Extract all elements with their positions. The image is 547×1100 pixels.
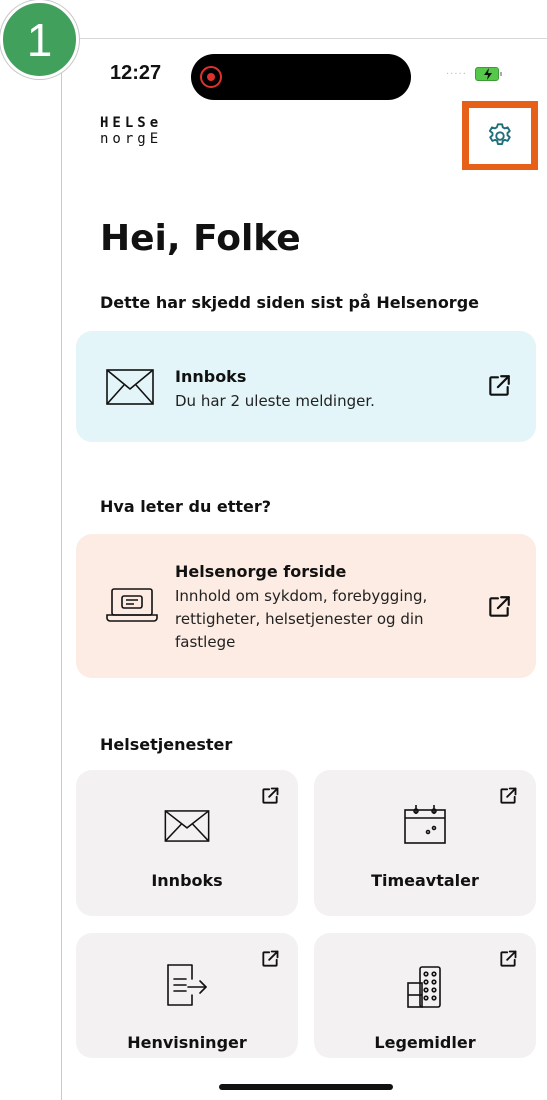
status-time: 12:27 [110,62,162,84]
recording-icon [200,66,222,88]
laptop-icon [106,588,158,622]
inbox-card[interactable]: Innboks Du har 2 uleste meldinger. [76,331,536,442]
logo-line1: HELSe [100,115,163,131]
external-link-icon [262,787,279,804]
forside-card-title: Helsenorge forside [175,562,347,581]
settings-highlight [462,101,538,170]
envelope-icon [164,810,210,842]
tile-henvisninger[interactable]: Henvisninger [76,933,298,1058]
forside-card-description: Innhold om sykdom, forebygging, rettighe… [175,587,428,651]
external-link-icon [262,950,279,967]
tile-label: Legemidler [374,1033,476,1052]
inbox-card-description: Du har 2 uleste meldinger. [175,392,375,410]
external-link-icon [500,787,517,804]
section-heading-since-last: Dette har skjedd siden sist på Helsenorg… [100,293,479,312]
tile-innboks[interactable]: Innboks [76,770,298,916]
calendar-icon [404,805,446,844]
external-link-icon [489,375,510,396]
tile-label: Henvisninger [127,1033,247,1052]
dynamic-island [191,54,411,100]
helsenorge-logo: HELSe norgE [100,115,162,147]
tile-timeavtaler[interactable]: Timeavtaler [314,770,536,916]
tile-label: Innboks [151,871,223,890]
tile-legemidler[interactable]: Legemidler [314,933,536,1058]
tile-label: Timeavtaler [371,871,479,890]
logo-line2: norgE [100,131,163,147]
step-badge: 1 [0,0,79,79]
settings-button[interactable] [469,107,531,164]
section-heading-services: Helsetjenester [100,735,233,754]
battery-icon [475,67,502,81]
section-heading-looking-for: Hva leter du etter? [100,497,272,516]
helsenorge-forside-card[interactable]: Helsenorge forside Innhold om sykdom, fo… [76,534,536,678]
page-title: Hei, Folke [100,218,301,259]
home-indicator[interactable] [219,1084,393,1090]
external-link-icon [489,596,510,617]
signal-icon: ..... [446,66,467,77]
gear-icon [488,122,511,145]
document-arrow-icon [167,964,207,1006]
envelope-icon [106,369,154,405]
pill-box-icon [407,966,441,1008]
inbox-card-title: Innboks [175,367,247,386]
external-link-icon [500,950,517,967]
